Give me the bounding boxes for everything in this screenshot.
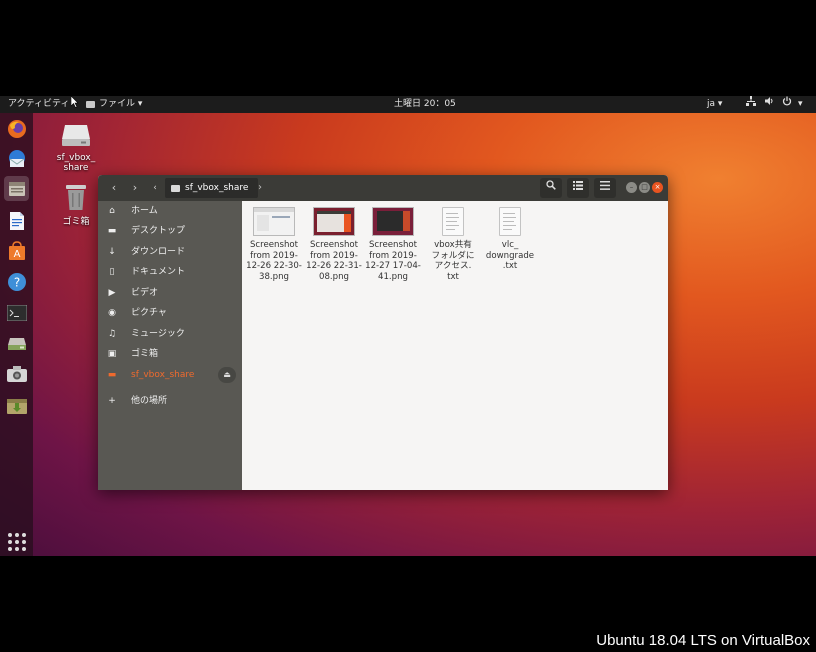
clock[interactable]: 土曜日 20：05 [394, 96, 456, 113]
file-name: Screenshot from 2019- 12-26 22-30- 38.png [246, 240, 302, 282]
file-item[interactable]: vlc_ downgrade .txt [479, 207, 541, 272]
top-bar: アクティビティ ファイル ▾ 土曜日 20：05 ja ▾ ▾ [0, 96, 816, 113]
drive-icon [171, 184, 180, 192]
input-method-menu[interactable]: ja ▾ [707, 96, 722, 113]
app-menu-label: ファイル ▾ [99, 99, 143, 109]
help-icon[interactable]: ? [4, 269, 29, 294]
download-icon: ↓ [108, 247, 116, 257]
disk-icon[interactable] [4, 330, 29, 355]
sidebar-item-home[interactable]: ⌂ ホーム [98, 201, 242, 221]
dock: A ? [0, 113, 33, 556]
files-app-icon [86, 101, 95, 108]
image-thumbnail-icon [372, 207, 414, 236]
menu-button[interactable] [594, 178, 616, 198]
video-icon: ▶ [108, 288, 116, 298]
power-icon[interactable] [782, 96, 792, 113]
sidebar-item-other-locations[interactable]: + 他の場所 [98, 391, 242, 411]
text-file-icon [442, 207, 464, 236]
drive-icon [46, 123, 106, 150]
file-item[interactable]: Screenshot from 2019- 12-26 22-30- 38.png [243, 207, 305, 282]
install-icon[interactable] [4, 392, 29, 417]
drive-icon: ▬ [107, 370, 117, 380]
path-scroll-left-button[interactable]: ‹ [148, 180, 162, 196]
svg-text:?: ? [13, 275, 19, 289]
minimize-button[interactable]: – [626, 182, 637, 193]
desktop-icon-label: sf_vbox_ share [56, 153, 96, 173]
app-menu[interactable]: ファイル ▾ [86, 96, 142, 113]
svg-text:A: A [13, 249, 20, 260]
sidebar-item-videos[interactable]: ▶ ビデオ [98, 283, 242, 303]
home-icon: ⌂ [109, 206, 115, 216]
forward-button[interactable]: › [126, 180, 144, 196]
sidebar-item-music[interactable]: ♫ ミュージック [98, 324, 242, 344]
file-item[interactable]: Screenshot from 2019- 12-26 22-31- 08.png [303, 207, 365, 282]
file-item[interactable]: Screenshot from 2019- 12-27 17-04- 41.png [362, 207, 424, 282]
writer-icon[interactable] [4, 208, 29, 233]
plus-icon: + [108, 396, 116, 406]
desktop-screen: アクティビティ ファイル ▾ 土曜日 20：05 ja ▾ ▾ A ? sf_v… [0, 96, 816, 556]
trash-icon: ▣ [107, 349, 117, 359]
file-name: Screenshot from 2019- 12-26 22-31- 08.png [306, 240, 362, 282]
file-name: Screenshot from 2019- 12-27 17-04- 41.png [365, 240, 421, 282]
maximize-button[interactable]: □ [639, 182, 650, 193]
thunderbird-icon[interactable] [4, 146, 29, 171]
path-label: sf_vbox_share [185, 183, 249, 193]
sidebar-item-sf-vbox-share[interactable]: ▬ sf_vbox_share ⏏ [98, 365, 242, 385]
file-view: Screenshot from 2019- 12-26 22-30- 38.png S… [242, 201, 668, 490]
header-bar: ‹ › ‹ sf_vbox_share › – □ × [98, 175, 668, 201]
desktop-icon-trash[interactable]: ゴミ箱 [46, 183, 106, 227]
close-button[interactable]: × [652, 182, 663, 193]
system-menu-arrow-icon[interactable]: ▾ [798, 96, 803, 113]
list-view-icon [573, 181, 583, 190]
sidebar-item-documents[interactable]: ▯ ドキュメント [98, 262, 242, 282]
path-scroll-right-button[interactable]: › [258, 180, 262, 196]
sidebar-item-trash[interactable]: ▣ ゴミ箱 [98, 344, 242, 364]
document-icon: ▯ [109, 267, 115, 277]
volume-icon[interactable] [764, 96, 774, 113]
path-bar-current[interactable]: sf_vbox_share [165, 178, 259, 198]
desktop-icon-sf-vbox-share[interactable]: sf_vbox_ share [46, 123, 106, 173]
picture-icon: ◉ [108, 308, 116, 318]
terminal-icon[interactable] [4, 300, 29, 325]
file-name: vlc_ downgrade .txt [485, 240, 535, 271]
firefox-icon[interactable] [4, 116, 29, 141]
music-icon: ♫ [107, 329, 117, 339]
eject-icon[interactable]: ⏏ [218, 367, 236, 383]
show-applications-icon[interactable] [8, 533, 26, 551]
video-caption: Ubuntu 18.04 LTS on VirtualBox [596, 632, 810, 649]
view-toggle-button[interactable] [567, 178, 589, 198]
file-name: vbox共有 フォルダに アクセス. txt [431, 240, 475, 282]
image-thumbnail-icon [253, 207, 295, 236]
mouse-cursor-icon [71, 96, 79, 108]
search-icon [546, 180, 556, 190]
hamburger-icon [600, 181, 610, 190]
activities-button[interactable]: アクティビティ [8, 96, 69, 113]
image-thumbnail-icon [313, 207, 355, 236]
back-button[interactable]: ‹ [105, 180, 123, 196]
file-item[interactable]: vbox共有 フォルダに アクセス. txt [422, 207, 484, 282]
sidebar-item-pictures[interactable]: ◉ ピクチャ [98, 303, 242, 323]
sidebar-item-downloads[interactable]: ↓ ダウンロード [98, 242, 242, 262]
network-icon[interactable] [746, 96, 756, 113]
files-icon[interactable] [4, 176, 29, 201]
desktop-icon-label: ゴミ箱 [62, 217, 90, 227]
desktop-folder-icon: ▬ [107, 226, 117, 236]
trash-icon [46, 183, 106, 214]
software-center-icon[interactable]: A [4, 238, 29, 263]
text-file-icon [499, 207, 521, 236]
screenshot-icon[interactable] [4, 361, 29, 386]
file-manager-window: ‹ › ‹ sf_vbox_share › – □ × ⌂ ホーム ▬ デスクト… [98, 175, 668, 490]
places-sidebar: ⌂ ホーム ▬ デスクトップ ↓ ダウンロード ▯ ドキュメント ▶ ビデオ ◉… [98, 201, 242, 490]
search-button[interactable] [540, 178, 562, 198]
sidebar-item-desktop[interactable]: ▬ デスクトップ [98, 221, 242, 241]
